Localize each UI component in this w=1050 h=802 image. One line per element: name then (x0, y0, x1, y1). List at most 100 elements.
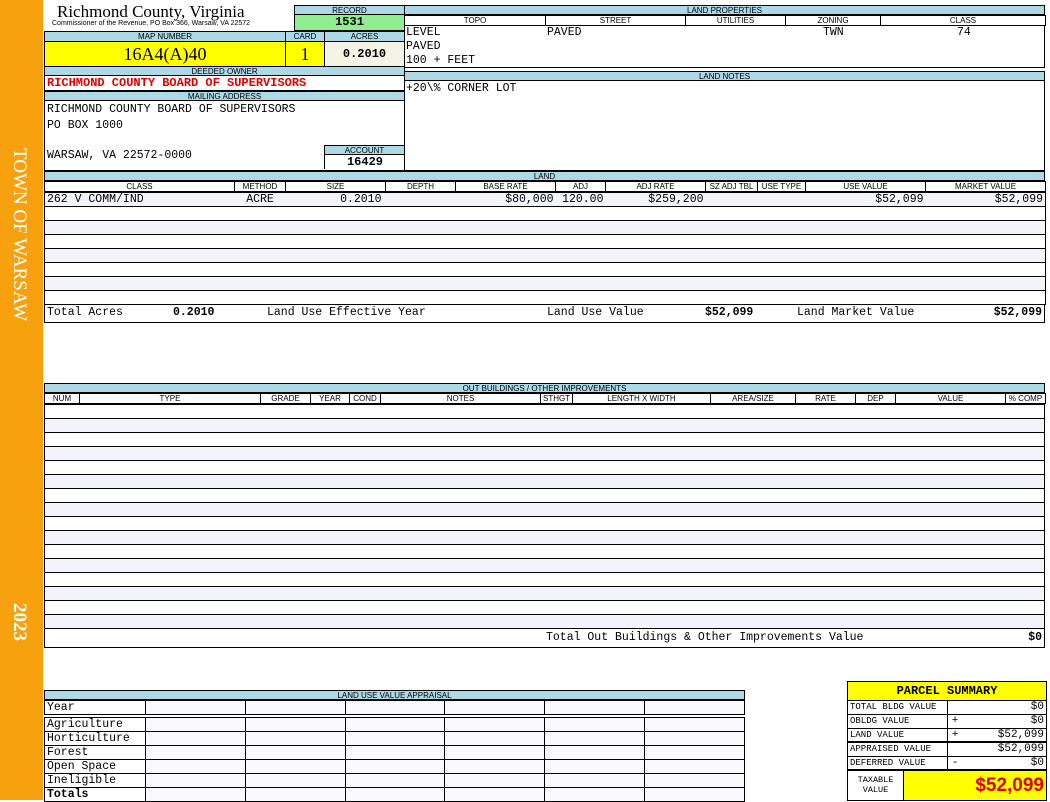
land-cell (44, 276, 235, 291)
land-use-row-label: Open Space (44, 759, 146, 774)
mailing-address-label: MAILING ADDRESS (44, 91, 405, 101)
page-subtitle: Commissioner of the Revenue, PO Box 366,… (52, 20, 251, 27)
land-cell (705, 262, 758, 277)
outbuilding-row (44, 418, 1045, 433)
land-cell (385, 220, 456, 235)
land-row (44, 206, 1046, 221)
land-cell (555, 206, 606, 221)
land-cell: 120.00 (555, 192, 606, 207)
land-use-cell (544, 745, 646, 760)
outbuildings-column-header: GRADE (260, 393, 311, 404)
summary-operator: + (951, 715, 959, 727)
outbuilding-row (44, 530, 1045, 545)
deeded-owner-label: DEEDED OWNER (44, 66, 405, 76)
outbuilding-row (44, 544, 1045, 559)
land-use-cell (444, 745, 546, 760)
land-use-cell (644, 700, 745, 715)
page-title: Richmond County, Virginia (57, 2, 245, 21)
land-use-cell (344, 773, 446, 788)
land-cell (757, 234, 806, 249)
land-use-cell (244, 700, 346, 715)
land-cell (234, 248, 286, 263)
land-cell (705, 290, 758, 305)
outbuilding-cell (44, 558, 1045, 573)
land-cell (705, 276, 758, 291)
land-use-cell (544, 773, 646, 788)
outbuilding-row (44, 586, 1045, 601)
land-use-cell (444, 759, 546, 774)
topo-value: PAVED (406, 40, 441, 53)
land-cell (805, 248, 926, 263)
outbuildings-total-label: Total Out Buildings & Other Improvements… (546, 631, 864, 644)
outbuildings-column-header: LENGTH X WIDTH (572, 393, 711, 404)
land-cell (705, 220, 758, 235)
land-use-cell (644, 773, 745, 788)
land-use-appraisal: LAND USE VALUE APPRAISAL Year Agricultur… (44, 690, 745, 802)
land-column-header: SIZE (285, 181, 386, 192)
land-use-row: Horticulture (44, 731, 745, 746)
outbuilding-cell (44, 572, 1045, 587)
land-cell (705, 206, 758, 221)
land-cell (234, 262, 286, 277)
land-properties-column: UTILITIES (685, 15, 786, 26)
land-properties-column: CLASS (880, 15, 1046, 26)
account-number: 16429 (324, 155, 405, 169)
zoning-value: TWN (823, 26, 844, 39)
land-cell (285, 220, 386, 235)
land-cell (44, 206, 235, 221)
land-cell (805, 262, 926, 277)
land-cell (757, 192, 806, 207)
land-use-title: LAND USE VALUE APPRAISAL (44, 690, 745, 700)
land-cell (605, 220, 706, 235)
card-number: 1 (285, 41, 325, 67)
outbuilding-cell (44, 530, 1045, 545)
outbuilding-cell (44, 418, 1045, 433)
outbuilding-row (44, 432, 1045, 447)
summary-row: APPRAISED VALUE $52,099 (848, 743, 1046, 757)
land-cell (757, 262, 806, 277)
land-cell (285, 248, 386, 263)
land-cell (44, 262, 235, 277)
effective-year-label: Land Use Effective Year (267, 306, 426, 319)
land-use-value: $52,099 (705, 306, 754, 319)
land-cell: $52,099 (805, 192, 926, 207)
summary-value: $0 (1030, 757, 1044, 769)
land-use-cell (244, 745, 346, 760)
land-use-cell (344, 787, 446, 802)
land-row (44, 234, 1046, 249)
land-use-cell (244, 717, 346, 732)
land-cell (925, 220, 1046, 235)
land-use-cell (444, 731, 546, 746)
land-use-cell (444, 773, 546, 788)
summary-row: DEFERRED VALUE - $0 (848, 757, 1046, 771)
sidebar: TOWN OF WARSAW 2023 (0, 0, 43, 800)
land-cell: $259,200 (605, 192, 706, 207)
record-label: RECORD (294, 5, 405, 15)
land-use-cell (544, 717, 646, 732)
land-cell (285, 276, 386, 291)
total-acres-label: Total Acres (47, 306, 123, 319)
outbuildings-total-value: $0 (1028, 631, 1042, 644)
outbuilding-row (44, 488, 1045, 503)
land-title: LAND (44, 171, 1045, 181)
land-column-header: USE TYPE (757, 181, 806, 192)
land-cell (805, 220, 926, 235)
summary-row: OBLDG VALUE + $0 (848, 715, 1046, 729)
land-cell (605, 290, 706, 305)
land-use-cell (644, 717, 745, 732)
land-row (44, 220, 1046, 235)
land-use-totals-row: Totals (44, 787, 745, 802)
land-use-cell (244, 759, 346, 774)
land-cell (385, 248, 456, 263)
land-cell (555, 276, 606, 291)
land-cell (385, 206, 456, 221)
topo-value: 100 + FEET (406, 54, 476, 67)
summary-value: $0 (1030, 701, 1044, 713)
land-cell (385, 234, 456, 249)
account-label: ACCOUNT (324, 145, 405, 155)
summary-label: DEFERRED VALUE (848, 757, 948, 769)
acres-value: 0.2010 (324, 41, 405, 67)
land-cell (757, 220, 806, 235)
outbuildings-column-header: % COMP (1005, 393, 1046, 404)
taxable-row: TAXABLE VALUE $52,099 (848, 771, 1046, 800)
